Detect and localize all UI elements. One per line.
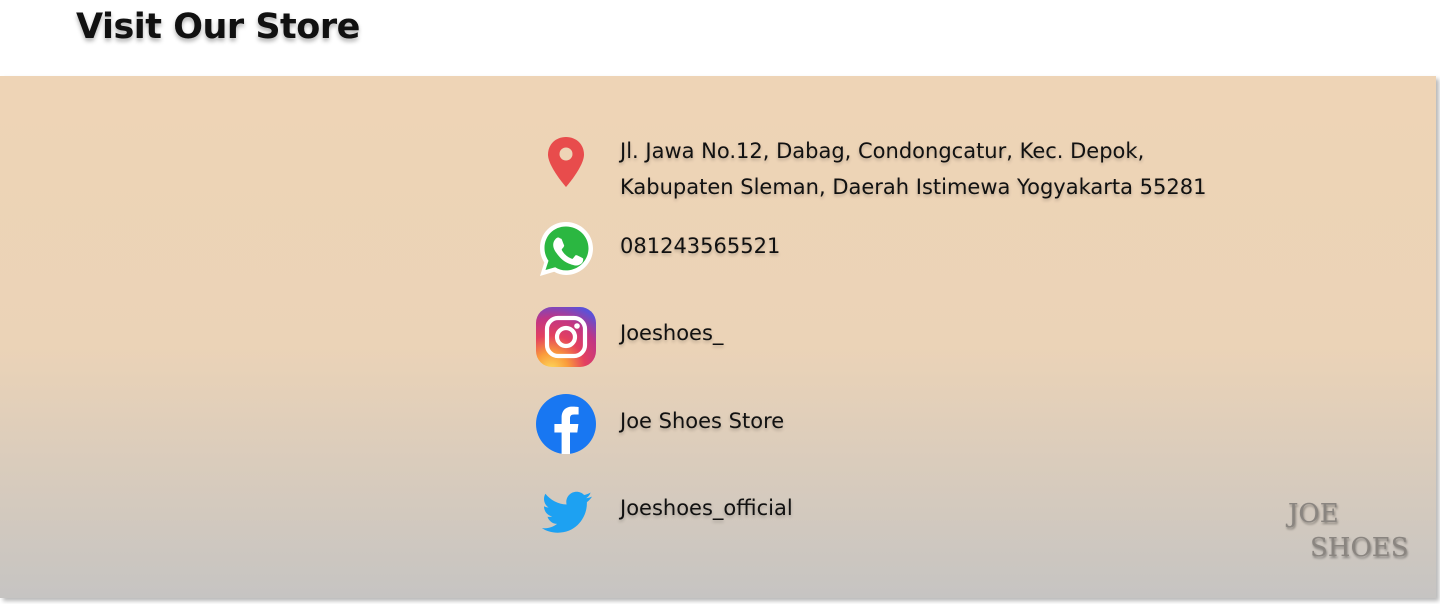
facebook-page[interactable]: Joe Shoes Store: [620, 409, 784, 433]
address-line-2: Kabupaten Sleman, Daerah Istimewa Yogyak…: [620, 175, 1207, 199]
address-line-1: Jl. Jawa No.12, Dabag, Condongcatur, Kec…: [620, 139, 1145, 163]
joe-shoes-logo: JOE SHOES: [1288, 497, 1409, 565]
logo-line-2: SHOES: [1310, 533, 1409, 563]
visit-store-page: Visit Our Store Jl. Jawa No.12, Dabag, C…: [0, 0, 1440, 604]
instagram-icon[interactable]: [535, 306, 597, 368]
whatsapp-number[interactable]: 081243565521: [620, 234, 780, 258]
twitter-icon[interactable]: [535, 481, 597, 543]
store-address: Jl. Jawa No.12, Dabag, Condongcatur, Kec…: [620, 133, 1206, 205]
logo-line-1: JOE: [1288, 499, 1339, 529]
location-pin-icon: [535, 131, 597, 193]
twitter-handle[interactable]: Joeshoes_official: [620, 496, 793, 520]
section-title: Visit Our Store: [76, 7, 360, 47]
facebook-icon[interactable]: [535, 393, 597, 455]
whatsapp-icon[interactable]: [535, 218, 597, 280]
instagram-handle[interactable]: Joeshoes_: [620, 321, 723, 345]
